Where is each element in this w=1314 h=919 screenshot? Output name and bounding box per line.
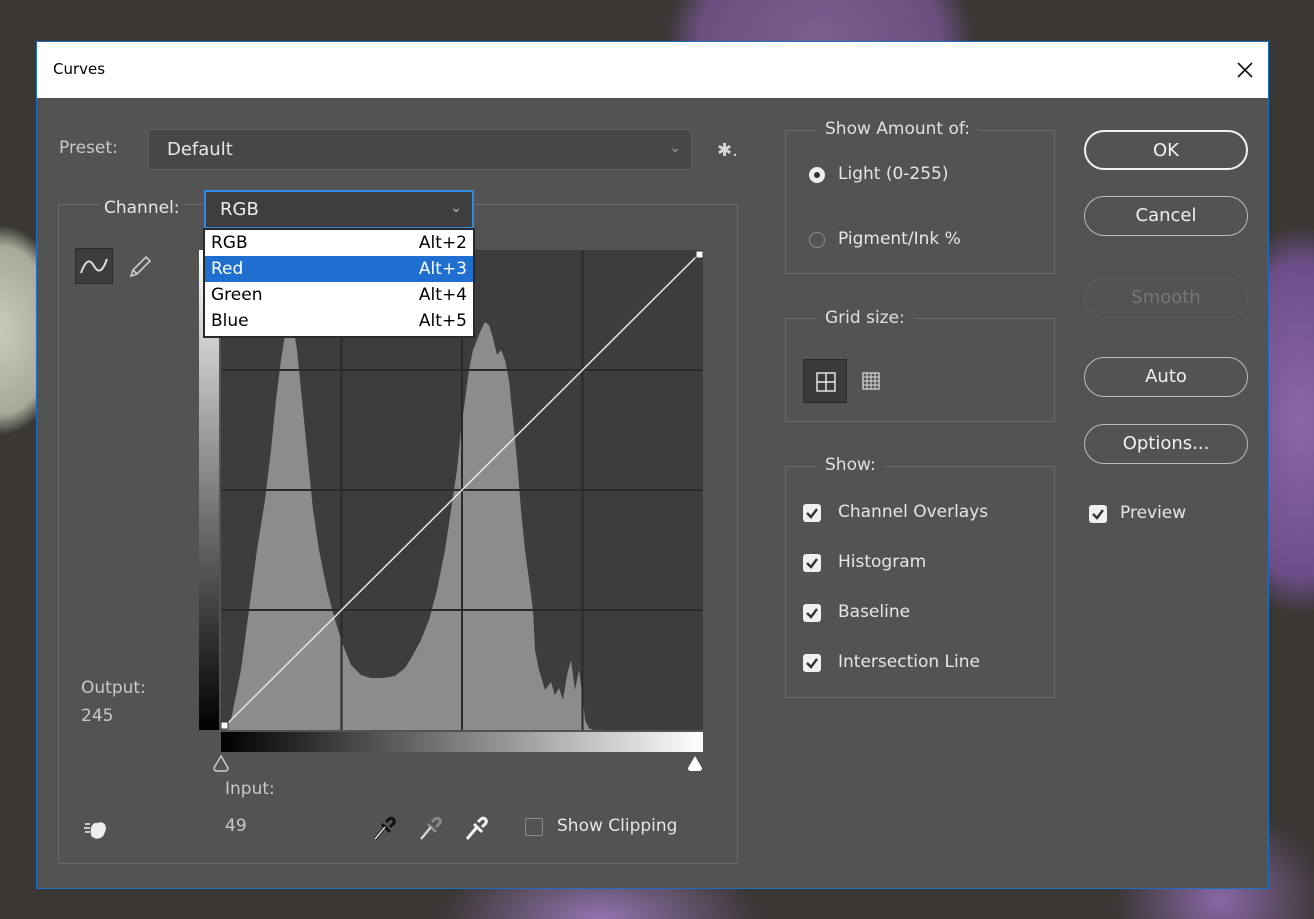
close-icon [1237,62,1253,78]
black-point-slider[interactable] [212,754,230,772]
histogram-label: Histogram [838,552,927,572]
input-label: Input: [225,779,275,799]
option-label: Blue [211,311,249,331]
channel-value: RGB [220,199,259,220]
preset-value: Default [167,139,233,160]
channel-label: Channel: [100,198,184,218]
hand-adjust-icon [84,822,106,839]
channel-option-green[interactable]: Green Alt+4 [205,282,473,308]
channel-overlays-label: Channel Overlays [838,502,989,522]
output-value: 245 [81,706,114,726]
chevron-down-icon: ⌄ [669,140,681,156]
histogram-checkbox[interactable] [803,554,821,572]
option-shortcut: Alt+2 [418,233,467,253]
options-button[interactable]: Options... [1084,424,1248,464]
grid-10-icon [862,372,880,390]
curves-dialog: Curves Preset: Default ⌄ ✱. Channel: RGB… [36,41,1269,889]
channel-overlays-checkbox[interactable] [803,504,821,522]
title-bar: Curves [37,42,1268,98]
cancel-button[interactable]: Cancel [1084,196,1248,236]
channel-option-blue[interactable]: Blue Alt+5 [205,308,473,334]
option-shortcut: Alt+3 [418,259,467,279]
pigment-radio-label: Pigment/Ink % [838,229,961,249]
curve-endpoint-white[interactable] [695,250,703,259]
curve-icon [80,258,108,274]
on-image-adjust-tool[interactable] [81,815,111,845]
white-point-slider[interactable] [686,754,704,772]
light-radio[interactable] [809,167,825,183]
channel-dropdown-list: RGB Alt+2 Red Alt+3 Green Alt+4 Blue Alt… [203,228,475,338]
black-eyedropper-icon[interactable] [370,814,396,844]
channel-option-red[interactable]: Red Alt+3 [205,256,473,282]
show-clipping-checkbox[interactable] [525,818,543,836]
chevron-down-icon: ⌄ [450,200,462,216]
show-amount-title: Show Amount of: [817,119,978,139]
input-value: 49 [225,816,247,836]
check-icon [806,558,818,569]
curve-point-tool[interactable] [75,248,113,284]
check-icon [1092,509,1104,520]
close-button[interactable] [1222,42,1268,98]
pencil-tool[interactable] [123,249,157,283]
check-icon [806,508,818,519]
input-gradient-bar [221,732,703,752]
light-radio-label: Light (0-255) [838,164,949,184]
gear-icon[interactable]: ✱. [717,140,738,161]
ok-button[interactable]: OK [1084,130,1248,170]
show-amount-group [785,130,1055,274]
dialog-title: Curves [53,60,106,78]
preview-label: Preview [1120,503,1187,523]
white-eyedropper-icon[interactable] [462,814,488,844]
simple-grid-button[interactable] [803,359,847,403]
channel-option-rgb[interactable]: RGB Alt+2 [205,230,473,256]
check-icon [806,608,818,619]
option-label: Green [211,285,263,305]
curve-endpoint-black[interactable] [221,721,229,730]
preset-label: Preset: [59,138,118,158]
show-title: Show: [817,455,884,475]
auto-button[interactable]: Auto [1084,357,1248,397]
preset-select[interactable]: Default ⌄ [148,129,692,170]
option-label: Red [211,259,244,279]
show-clipping-label: Show Clipping [557,816,678,836]
option-shortcut: Alt+5 [418,311,467,331]
baseline-checkbox[interactable] [803,604,821,622]
grid-size-title: Grid size: [817,308,913,328]
channel-select[interactable]: RGB ⌄ [204,190,474,229]
gray-eyedropper-icon[interactable] [416,814,442,844]
pencil-icon [129,255,152,278]
pigment-radio[interactable] [809,232,825,248]
output-label: Output: [81,678,146,698]
check-icon [806,658,818,669]
intersection-line-label: Intersection Line [838,652,980,672]
grid-4-icon [816,372,836,392]
preview-checkbox[interactable] [1089,505,1107,523]
baseline-label: Baseline [838,602,911,622]
detailed-grid-button[interactable] [849,359,893,403]
option-label: RGB [211,233,248,253]
smooth-button: Smooth [1084,278,1248,318]
intersection-line-checkbox[interactable] [803,654,821,672]
option-shortcut: Alt+4 [418,285,467,305]
